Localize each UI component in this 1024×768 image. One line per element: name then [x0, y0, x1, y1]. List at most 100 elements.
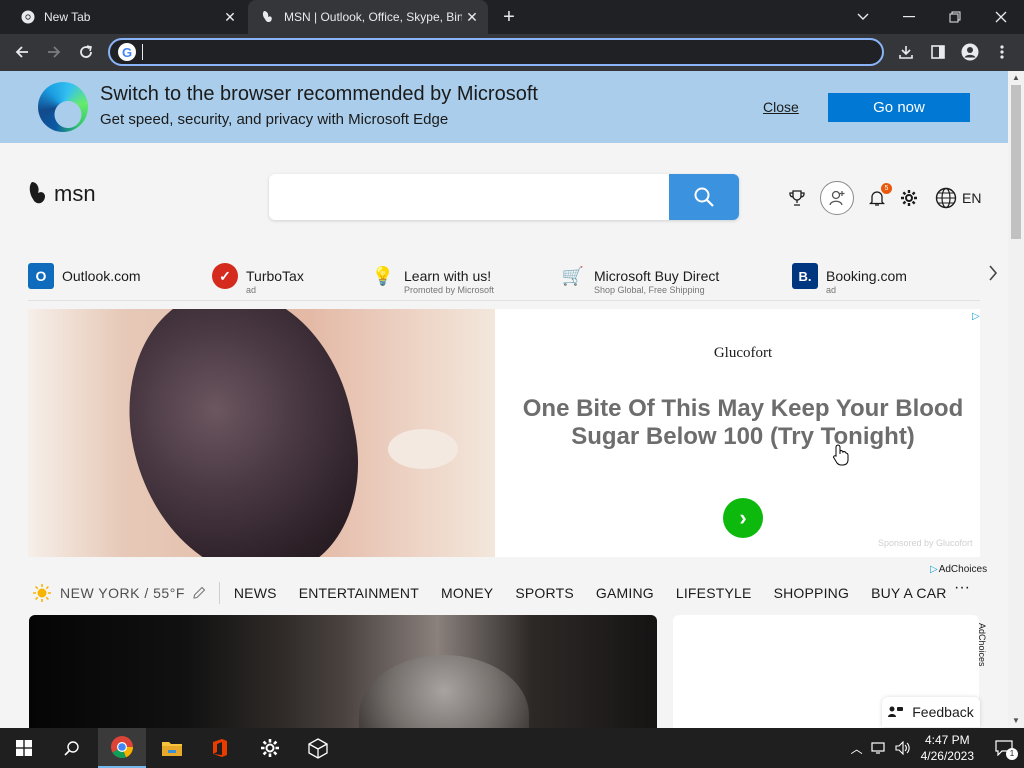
edge-close-link[interactable]: Close	[763, 99, 799, 115]
ad-sponsored-label: Sponsored by Glucofort	[878, 538, 973, 548]
address-bar[interactable]: G	[108, 38, 884, 66]
edge-banner-title: Switch to the browser recommended by Mic…	[100, 83, 538, 105]
nav-divider	[218, 582, 220, 604]
new-tab-button[interactable]: +	[498, 6, 520, 28]
close-window-button[interactable]	[978, 0, 1024, 34]
page-scrollbar[interactable]: ▲ ▼	[1008, 71, 1024, 728]
reload-button[interactable]	[72, 38, 100, 66]
scroll-down-icon[interactable]: ▼	[1008, 714, 1024, 728]
sign-in-avatar[interactable]	[820, 181, 854, 215]
search-button[interactable]	[669, 174, 739, 220]
tab-search-icon[interactable]	[840, 0, 886, 34]
go-now-button[interactable]: Go now	[828, 93, 970, 122]
restore-button[interactable]	[932, 0, 978, 34]
hand-cursor-icon	[833, 444, 849, 471]
quick-link-sub: ad	[246, 285, 257, 295]
quick-link-turbotax[interactable]: ✓ TurboTax ad	[212, 263, 304, 299]
chrome-taskbar-icon[interactable]	[98, 728, 146, 768]
quick-link-learn[interactable]: 💡 Learn with us! Promoted by Microsoft	[370, 263, 494, 299]
quick-link-sub: Promoted by Microsoft	[404, 285, 495, 295]
side-adchoices-label[interactable]: AdChoices	[977, 623, 987, 667]
action-center-badge: 1	[1006, 748, 1018, 760]
quick-links-next-icon[interactable]	[988, 265, 1006, 293]
language-globe-icon[interactable]	[934, 186, 958, 210]
nav-sports[interactable]: SPORTS	[515, 585, 574, 601]
tab-close-icon[interactable]: ✕	[462, 7, 482, 27]
booking-icon: B.	[792, 263, 818, 289]
quick-links-divider	[28, 300, 980, 301]
glucofort-ad[interactable]: Glucofort One Bite Of This May Keep Your…	[28, 309, 980, 557]
quick-link-outlook[interactable]: O Outlook.com	[28, 263, 141, 299]
clock-time: 4:47 PM	[924, 733, 970, 747]
weather-widget[interactable]: NEW YORK / 55°F	[28, 583, 207, 603]
menu-icon[interactable]	[988, 38, 1016, 66]
quick-link-title: Learn with us!	[404, 268, 492, 284]
forward-button[interactable]	[40, 38, 68, 66]
adchoices-icon[interactable]: ▷	[972, 311, 980, 322]
search-icon[interactable]	[48, 728, 96, 768]
adchoices-link[interactable]: ▷ AdChoices	[930, 564, 987, 575]
nav-money[interactable]: MONEY	[441, 585, 493, 601]
office-icon[interactable]	[196, 728, 244, 768]
feedback-icon	[888, 706, 904, 717]
nav-lifestyle[interactable]: LIFESTYLE	[676, 585, 752, 601]
system-tray: ︿ 4:47 PM 4/26/2023 1	[851, 728, 1024, 768]
tab-new-tab[interactable]: New Tab ✕	[8, 0, 246, 34]
browser-titlebar: New Tab ✕ MSN | Outlook, Office, Skype, …	[0, 0, 1024, 34]
msn-page: Switch to the browser recommended by Mic…	[0, 71, 1008, 728]
ad-image	[28, 309, 495, 557]
network-icon[interactable]	[871, 741, 887, 755]
address-input[interactable]	[142, 44, 882, 60]
side-panel-icon[interactable]	[924, 38, 952, 66]
nav-entertainment[interactable]: ENTERTAINMENT	[299, 585, 419, 601]
lightbulb-icon: 💡	[371, 265, 395, 286]
nav-news[interactable]: NEWS	[234, 585, 277, 601]
quick-link-title: Microsoft Buy Direct	[594, 268, 720, 284]
edge-logo-icon	[38, 82, 88, 132]
profile-icon[interactable]	[956, 38, 984, 66]
settings-gear-icon[interactable]	[898, 187, 920, 209]
notifications-bell-icon[interactable]: 5	[866, 183, 892, 209]
quick-link-sub: ad	[826, 285, 837, 295]
hero-story-card[interactable]	[29, 615, 657, 728]
weather-text: NEW YORK / 55°F	[60, 585, 185, 601]
quick-link-microsoft-buy-direct[interactable]: 🛒 Microsoft Buy Direct Shop Global, Free…	[560, 263, 719, 299]
volume-icon[interactable]	[895, 741, 911, 755]
settings-icon[interactable]	[246, 728, 294, 768]
nav-buy-a-car[interactable]: BUY A CAR	[871, 585, 946, 601]
tab-msn[interactable]: MSN | Outlook, Office, Skype, Bing ✕	[248, 0, 488, 34]
quick-link-booking[interactable]: B. Booking.com ad	[792, 263, 907, 299]
file-explorer-icon[interactable]	[148, 728, 196, 768]
feedback-label: Feedback	[912, 704, 974, 720]
nav-gaming[interactable]: GAMING	[596, 585, 654, 601]
windows-taskbar: ︿ 4:47 PM 4/26/2023 1	[0, 728, 1024, 768]
download-icon[interactable]	[892, 38, 920, 66]
hero-image	[359, 655, 529, 728]
scrollbar-thumb[interactable]	[1011, 85, 1021, 239]
shopping-cart-icon: 🛒	[561, 265, 585, 286]
ad-fingernail-shape	[388, 429, 458, 469]
sun-icon	[33, 584, 51, 602]
notification-badge: 5	[881, 183, 892, 194]
back-button[interactable]	[8, 38, 36, 66]
action-center-icon[interactable]: 1	[984, 728, 1024, 768]
feedback-button[interactable]: Feedback	[882, 697, 980, 727]
rewards-trophy-icon[interactable]	[786, 187, 808, 209]
language-label[interactable]: EN	[962, 190, 981, 206]
tray-overflow-chevron-icon[interactable]: ︿	[851, 740, 863, 757]
edge-promo-banner: Switch to the browser recommended by Mic…	[0, 71, 1008, 143]
taskbar-clock[interactable]: 4:47 PM 4/26/2023	[921, 732, 974, 764]
3d-viewer-icon[interactable]	[294, 728, 342, 768]
nav-shopping[interactable]: SHOPPING	[774, 585, 850, 601]
ad-cta-arrow-icon[interactable]: ›	[723, 498, 763, 538]
edit-pencil-icon[interactable]	[191, 585, 207, 601]
minimize-button[interactable]	[886, 0, 932, 34]
msn-logo-text: msn	[54, 181, 96, 206]
nav-more-button[interactable]: ···	[954, 579, 970, 597]
msn-logo[interactable]: msn	[28, 181, 96, 207]
windows-start-icon[interactable]	[0, 728, 48, 768]
tab-close-icon[interactable]: ✕	[220, 7, 240, 27]
scroll-up-icon[interactable]: ▲	[1008, 71, 1024, 85]
ad-headline[interactable]: One Bite Of This May Keep Your Blood Sug…	[508, 395, 978, 451]
search-icon	[694, 187, 714, 207]
